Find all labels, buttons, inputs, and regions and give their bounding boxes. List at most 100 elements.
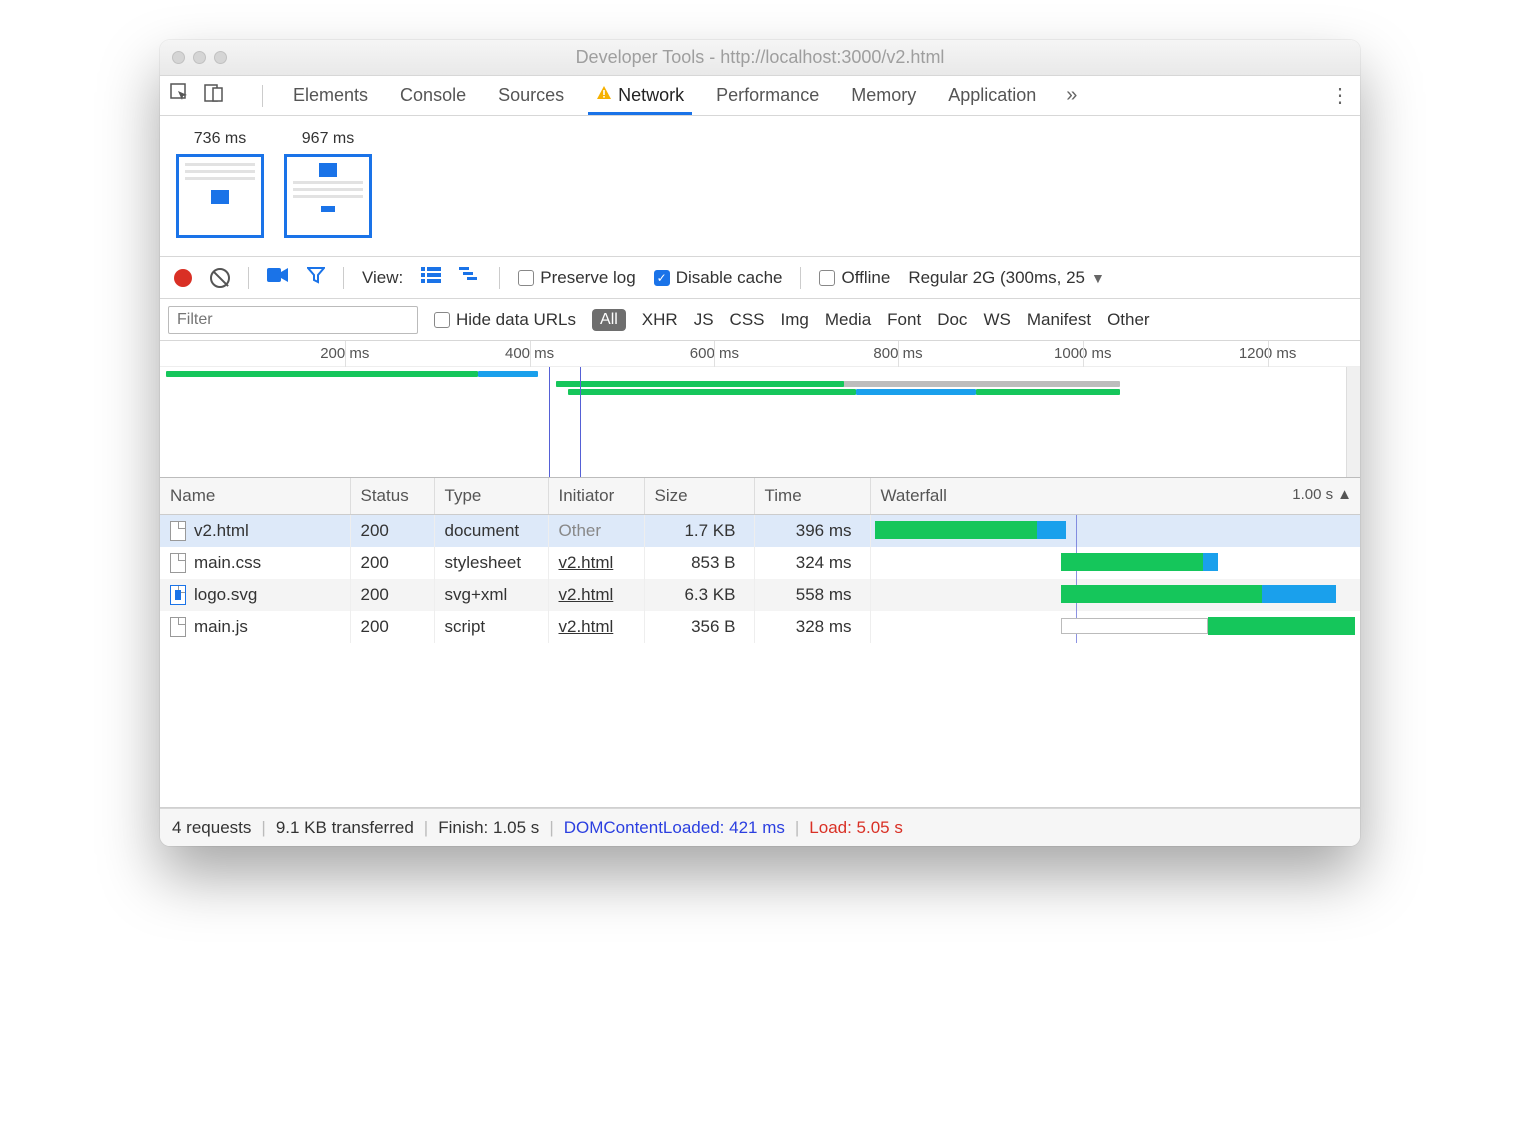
request-size: 6.3 KB [644,579,754,611]
window-title: Developer Tools - http://localhost:3000/… [160,47,1360,68]
table-row[interactable]: main.css200stylesheetv2.html853 B324 ms [160,547,1360,579]
tab-console[interactable]: Console [398,77,468,114]
filter-type-xhr[interactable]: XHR [642,310,678,330]
request-size: 356 B [644,611,754,643]
request-time: 324 ms [754,547,870,579]
offline-checkbox[interactable]: Offline [819,268,890,288]
kebab-menu-icon[interactable]: ⋮ [1330,83,1350,108]
frame-time: 967 ms [284,130,372,148]
request-name: v2.html [194,521,249,541]
request-status: 200 [350,547,434,579]
frame-thumbnail [284,154,372,238]
filter-toggle-icon[interactable] [307,266,325,289]
filmstrip-frame[interactable]: 967 ms [284,130,372,238]
footer-requests: 4 requests [172,818,251,838]
request-status: 200 [350,515,434,548]
filter-type-doc[interactable]: Doc [937,310,967,330]
waterfall-view-icon[interactable] [459,267,481,288]
overview-scrollbar[interactable] [1346,367,1360,477]
status-bar: 4 requests | 9.1 KB transferred | Finish… [160,808,1360,846]
filter-type-media[interactable]: Media [825,310,871,330]
request-initiator[interactable]: v2.html [559,553,614,572]
view-label: View: [362,268,403,288]
request-initiator: Other [559,521,602,540]
filter-type-other[interactable]: Other [1107,310,1150,330]
request-type: svg+xml [434,579,548,611]
frame-time: 736 ms [176,130,264,148]
network-toolbar: View: Preserve log ✓ Disable cache Offli… [160,257,1360,299]
filter-bar: Hide data URLs All XHR JS CSS Img Media … [160,299,1360,341]
document-file-icon [170,521,186,541]
sort-asc-icon: ▲ [1337,486,1352,503]
devtools-window: Developer Tools - http://localhost:3000/… [160,40,1360,846]
request-time: 396 ms [754,515,870,548]
svg-file-icon [170,585,186,605]
filter-type-all[interactable]: All [592,309,626,331]
clear-button[interactable] [210,268,230,288]
request-name: logo.svg [194,585,257,605]
col-header-size[interactable]: Size [644,478,754,515]
table-row[interactable]: v2.html200documentOther1.7 KB396 ms [160,515,1360,548]
panel-tabstrip: Elements Console Sources Network Perform… [160,76,1360,116]
divider [248,267,249,289]
footer-domcontentloaded: DOMContentLoaded: 421 ms [564,818,785,838]
footer-transferred: 9.1 KB transferred [276,818,414,838]
throttling-select[interactable]: Regular 2G (300ms, 25 ▼ [908,268,1105,288]
document-file-icon [170,553,186,573]
tab-application[interactable]: Application [946,77,1038,114]
request-time: 558 ms [754,579,870,611]
col-header-waterfall[interactable]: Waterfall 1.00 s ▲ [870,478,1360,515]
overview-ruler: 200 ms400 ms600 ms800 ms1000 ms1200 ms [160,341,1360,367]
disable-cache-checkbox[interactable]: ✓ Disable cache [654,268,783,288]
request-status: 200 [350,611,434,643]
col-header-name[interactable]: Name [160,478,350,515]
request-time: 328 ms [754,611,870,643]
titlebar: Developer Tools - http://localhost:3000/… [160,40,1360,76]
col-header-time[interactable]: Time [754,478,870,515]
hide-data-urls-checkbox[interactable]: Hide data URLs [434,310,576,330]
tab-memory[interactable]: Memory [849,77,918,114]
filter-type-manifest[interactable]: Manifest [1027,310,1091,330]
request-size: 853 B [644,547,754,579]
col-header-type[interactable]: Type [434,478,548,515]
filter-type-img[interactable]: Img [781,310,809,330]
table-row[interactable]: main.js 200script v2.html 356 B328 ms [160,611,1360,643]
request-waterfall [870,579,1360,611]
record-button[interactable] [174,269,192,287]
request-type: script [434,611,548,643]
divider [800,267,801,289]
screenshots-toggle-icon[interactable] [267,267,289,288]
divider [499,267,500,289]
filmstrip-frame[interactable]: 736 ms [176,130,264,238]
warning-icon [596,85,612,106]
more-tabs-icon[interactable]: » [1066,84,1077,107]
chevron-down-icon: ▼ [1091,270,1105,286]
col-header-status[interactable]: Status [350,478,434,515]
tab-elements[interactable]: Elements [291,77,370,114]
filter-type-ws[interactable]: WS [983,310,1010,330]
device-toolbar-icon[interactable] [204,83,224,108]
filmstrip: 736 ms 967 ms [160,116,1360,257]
tab-performance[interactable]: Performance [714,77,821,114]
request-name: main.js [194,617,248,637]
waterfall-scale: 1.00 s [1292,486,1333,503]
inspect-element-icon[interactable] [170,83,190,108]
request-size: 1.7 KB [644,515,754,548]
requests-table: Name Status Type Initiator Size Time Wat… [160,478,1360,808]
request-initiator[interactable]: v2.html [559,585,614,604]
tab-sources[interactable]: Sources [496,77,566,114]
tab-network[interactable]: Network [594,77,686,114]
request-status: 200 [350,579,434,611]
filter-type-font[interactable]: Font [887,310,921,330]
filter-type-css[interactable]: CSS [730,310,765,330]
footer-finish: Finish: 1.05 s [438,818,539,838]
large-rows-icon[interactable] [421,267,441,288]
filter-type-js[interactable]: JS [694,310,714,330]
preserve-log-checkbox[interactable]: Preserve log [518,268,635,288]
timeline-overview[interactable]: 200 ms400 ms600 ms800 ms1000 ms1200 ms [160,341,1360,478]
col-header-initiator[interactable]: Initiator [548,478,644,515]
request-initiator[interactable]: v2.html [559,617,614,636]
frame-thumbnail [176,154,264,238]
filter-input[interactable] [168,306,418,334]
table-row[interactable]: logo.svg 200svg+xml v2.html 6.3 KB558 ms [160,579,1360,611]
